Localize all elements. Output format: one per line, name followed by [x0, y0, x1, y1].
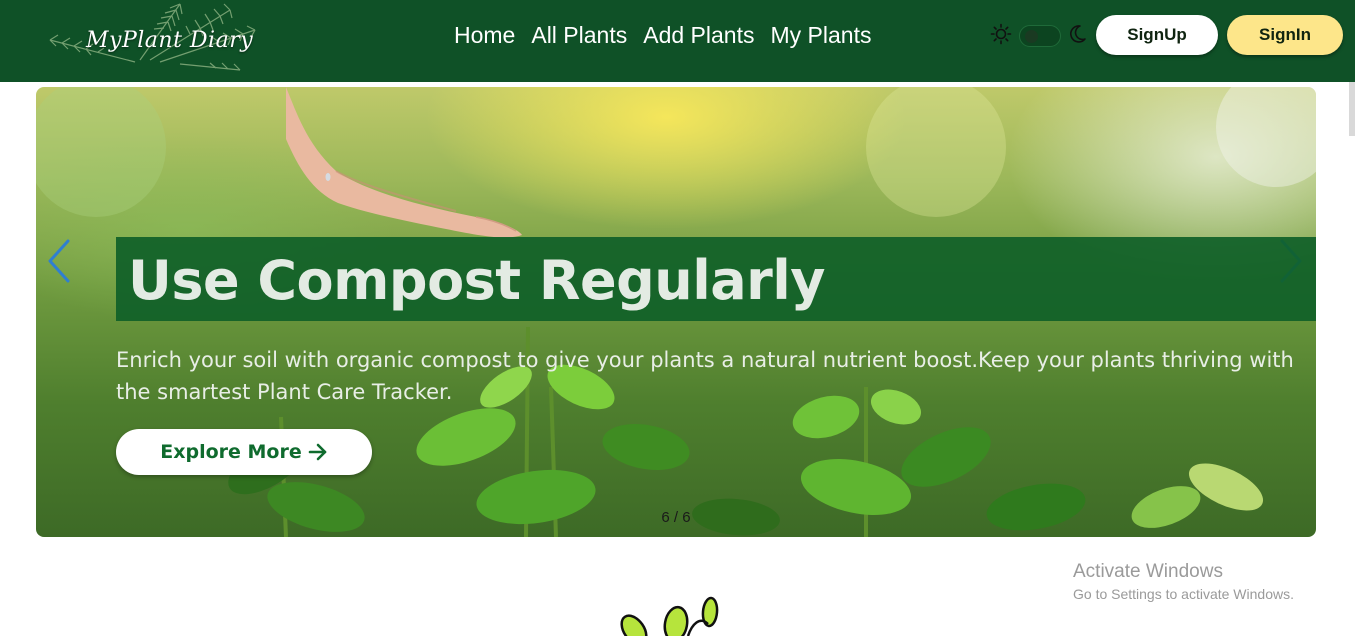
nav-all-plants[interactable]: All Plants: [531, 22, 627, 49]
nav-my-plants[interactable]: My Plants: [770, 22, 871, 49]
explore-more-button[interactable]: Explore More: [116, 429, 372, 475]
signin-button[interactable]: SignIn: [1227, 15, 1343, 55]
main-nav: Home All Plants Add Plants My Plants: [454, 22, 871, 49]
arrow-right-icon: [308, 443, 327, 461]
slide-title-band: Use Compost Regularly: [116, 237, 1316, 321]
sun-icon: [990, 23, 1012, 45]
signup-button[interactable]: SignUp: [1096, 15, 1218, 55]
navbar: MyPlant Diary Home All Plants Add Plants…: [0, 0, 1355, 82]
sprout-icon: [620, 596, 719, 636]
brand-name: MyPlant Diary: [86, 28, 254, 53]
scrollbar-thumb[interactable]: [1349, 82, 1355, 136]
watermark-title: Activate Windows: [1073, 561, 1223, 582]
slide-title: Use Compost Regularly: [128, 249, 826, 312]
slide-description: Enrich your soil with organic compost to…: [116, 348, 1294, 404]
explore-more-label: Explore More: [160, 441, 302, 463]
nav-home[interactable]: Home: [454, 22, 515, 49]
toggle-knob: [1025, 30, 1038, 43]
brand-logo[interactable]: MyPlant Diary: [40, 0, 265, 78]
theme-switcher: [990, 22, 1090, 50]
hero-slider: Use Compost Regularly Enrich your soil w…: [36, 87, 1316, 537]
watermark-subtitle: Go to Settings to activate Windows.: [1073, 586, 1294, 602]
nav-add-plants[interactable]: Add Plants: [643, 22, 754, 49]
moon-icon: [1070, 25, 1086, 43]
theme-toggle[interactable]: [1019, 25, 1061, 47]
chevron-left-icon[interactable]: [44, 237, 74, 285]
slide-pagination: 6 / 6: [661, 509, 691, 526]
activate-windows-watermark: Activate Windows Go to Settings to activ…: [1073, 561, 1294, 602]
